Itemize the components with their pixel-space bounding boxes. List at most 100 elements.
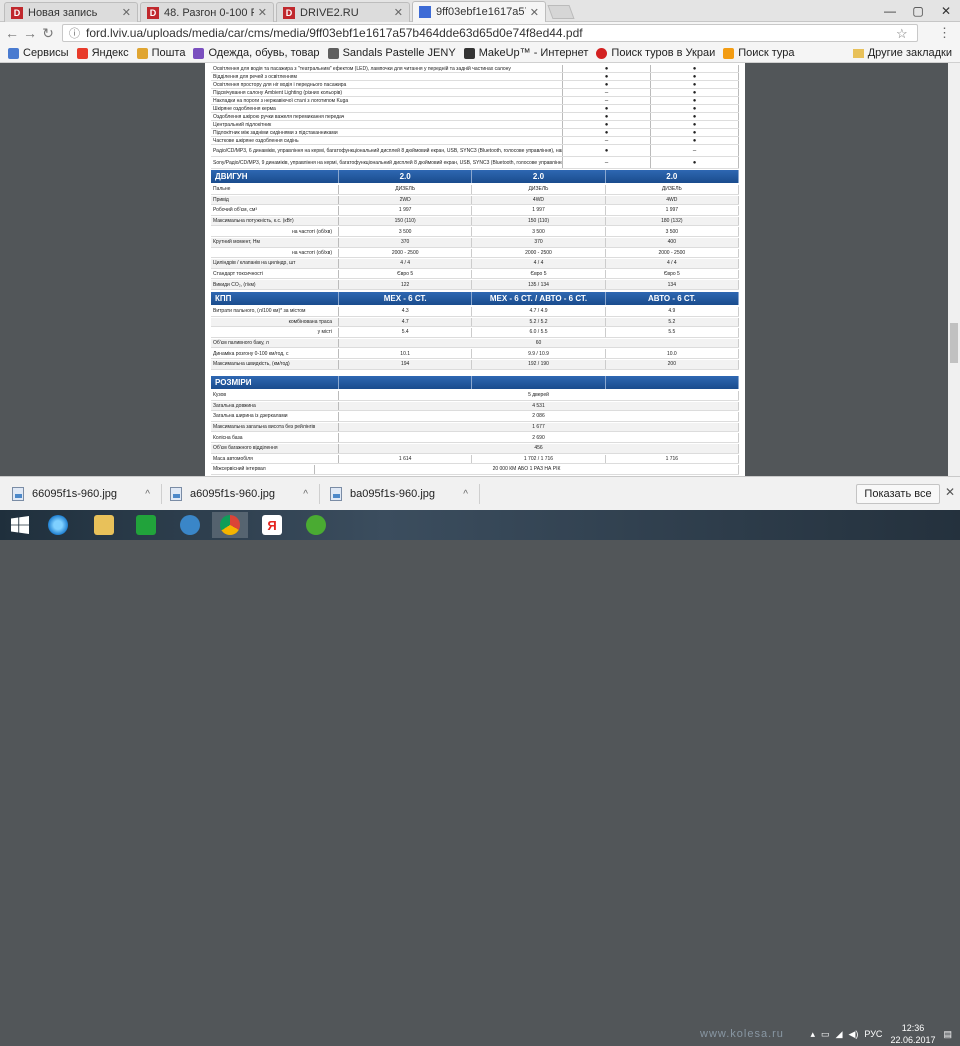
spec-value: 9.9 / 10.9 — [472, 349, 606, 358]
explorer-taskbar-button[interactable] — [86, 512, 122, 538]
image-file-icon — [330, 487, 342, 501]
notifications-icon[interactable]: ▤ — [943, 1029, 952, 1040]
feature-label: Підсвічування салону Ambient Lighting (р… — [211, 89, 563, 96]
media-taskbar-button[interactable] — [172, 512, 208, 538]
start-button[interactable] — [2, 512, 38, 538]
spec-row: Загальна довжина 4 531 — [211, 401, 739, 412]
yandex-taskbar-button[interactable]: Я — [254, 512, 290, 538]
spec-label: Максимальна загальна висота без рейлінгі… — [211, 422, 339, 432]
spec-value: 1 702 / 1 716 — [472, 454, 606, 464]
column-header: АВТО - 6 СТ. — [606, 292, 739, 305]
feature-mark: – — [563, 97, 651, 104]
download-item[interactable]: a6095f1s-960.jpg ^ — [170, 484, 320, 504]
other-bookmarks[interactable]: Другие закладки — [852, 47, 952, 59]
divider — [479, 484, 480, 504]
network-icon[interactable]: ◢ — [836, 1029, 843, 1040]
download-item[interactable]: ba095f1s-960.jpg ^ — [330, 484, 480, 504]
bookmark-tours[interactable]: Поиск туров в Украи — [596, 47, 715, 59]
tab-close-icon[interactable]: ✕ — [394, 6, 403, 19]
language-indicator[interactable]: РУС — [864, 1029, 882, 1039]
tab-title: DRIVE2.RU — [300, 6, 359, 19]
chrome-icon — [220, 515, 240, 535]
bookmark-clothes[interactable]: Одежда, обувь, товар — [193, 47, 320, 59]
feature-mark: ● — [651, 137, 739, 144]
browser-menu-icon[interactable]: ⋮ — [938, 25, 951, 41]
download-options-icon[interactable]: ^ — [145, 489, 150, 500]
internet-explorer-icon — [48, 515, 68, 535]
utorrent-taskbar-button[interactable] — [298, 512, 334, 538]
close-shelf-icon[interactable]: ✕ — [945, 485, 955, 499]
ie-taskbar-button[interactable] — [40, 512, 76, 538]
store-taskbar-button[interactable] — [128, 512, 164, 538]
download-item[interactable]: 66095f1s-960.jpg ^ — [12, 484, 162, 504]
maximize-button[interactable]: ▢ — [904, 0, 932, 22]
tab-close-icon[interactable]: ✕ — [258, 6, 267, 19]
spec-value: 2000 - 2500 — [606, 248, 739, 258]
tab-new-post[interactable]: D Новая запись ✕ — [4, 2, 138, 22]
download-options-icon[interactable]: ^ — [303, 489, 308, 500]
page-info-icon[interactable]: ⓘ — [69, 25, 80, 41]
spec-label: Викиди CO₂, (г/км) — [211, 280, 339, 289]
spec-value: 194 — [339, 360, 473, 369]
close-window-button[interactable]: ✕ — [932, 0, 960, 22]
clock[interactable]: 12:36 22.06.2017 — [890, 1022, 935, 1046]
tab-drive2[interactable]: D DRIVE2.RU ✕ — [276, 2, 410, 22]
spec-value: ДИЗЕЛЬ — [472, 185, 606, 194]
tab-close-icon[interactable]: ✕ — [530, 6, 539, 19]
spec-label: Робочий об'єм, см³ — [211, 206, 339, 215]
minimize-button[interactable]: — — [876, 0, 904, 22]
spec-value: 6.0 / 5.5 — [472, 328, 606, 337]
spec-row: Маса автомобіля 1 614 1 702 / 1 716 1 716 — [211, 454, 739, 465]
bookmark-label: Поиск тура — [738, 47, 795, 59]
bookmark-label: Одежда, обувь, товар — [208, 47, 320, 59]
bookmark-tour-search[interactable]: Поиск тура — [723, 47, 795, 59]
spec-value: 1 997 — [339, 206, 473, 215]
bookmark-sandals[interactable]: Sandals Pastelle JENY — [327, 47, 456, 59]
spec-row: на частоті (об/хв) 2000 - 2500 2000 - 2500… — [211, 248, 739, 259]
column-header: 2.0 — [606, 170, 739, 183]
spec-value: 122 — [339, 280, 473, 289]
address-bar[interactable]: ⓘ ford.lviv.ua/uploads/media/car/cms/med… — [62, 24, 918, 42]
bookmark-mail[interactable]: Пошта — [136, 47, 185, 59]
spec-value: 456 — [339, 444, 739, 453]
spec-value: 4 / 4 — [472, 259, 606, 268]
column-header: 2.0 — [339, 170, 473, 183]
bookmark-star-icon[interactable]: ☆ — [896, 26, 908, 42]
bookmark-makeup[interactable]: MakeUp™ - Интернет — [463, 47, 588, 59]
reload-button[interactable]: ↻ — [39, 25, 57, 42]
feature-row: Відділення для речей з освітленням ● ● — [211, 73, 739, 81]
feature-label: Накладки на пороги з нержавіючої сталі з… — [211, 97, 563, 104]
show-all-downloads-button[interactable]: Показать все — [856, 484, 940, 504]
feature-mark: ● — [651, 121, 739, 128]
tab-close-icon[interactable]: ✕ — [122, 6, 131, 19]
feature-row: Центральний підлокітник ● ● — [211, 121, 739, 129]
battery-icon[interactable]: ▭ — [821, 1029, 830, 1040]
chrome-taskbar-button[interactable] — [212, 512, 248, 538]
spec-value: 10.0 — [606, 349, 739, 358]
spec-row: Об'єм паливного баку, л 60 — [211, 338, 739, 349]
spec-row: Крутний момент, Нм 370 370 400 — [211, 238, 739, 248]
bookmark-yandex[interactable]: Яндекс — [76, 47, 129, 59]
spec-label: Витрати пального, (л/100 км)* за містом — [211, 307, 339, 316]
spec-row: Привід 2WD 4WD 4WD — [211, 195, 739, 206]
volume-icon[interactable]: ◀) — [848, 1029, 858, 1040]
back-button[interactable]: ← — [3, 25, 21, 41]
vertical-scrollbar[interactable] — [948, 63, 960, 476]
forward-button[interactable]: → — [21, 25, 39, 41]
pdf-viewer[interactable]: Освітлення для водія та пасажира з "теат… — [0, 63, 948, 476]
tab-pdf[interactable]: 9ff03ebf1e1617a57b464 ✕ — [412, 1, 546, 22]
scroll-thumb[interactable] — [950, 323, 958, 363]
spec-row: Циліндрів / клапанів на циліндр, шт 4 / 4… — [211, 259, 739, 269]
store-icon — [136, 515, 156, 535]
feature-label: Sony/Радіо/CD/MP3, 9 динаміків, управлін… — [211, 157, 563, 168]
spec-value: 1 997 — [606, 206, 739, 215]
tab-pure-tech[interactable]: D 48. Разгон 0-100 PureTe ✕ — [140, 2, 274, 22]
bookmark-services[interactable]: Сервисы — [8, 47, 69, 59]
new-tab-button[interactable] — [547, 5, 575, 19]
feature-row: Оздоблення шкірою ручки важеля перемикан… — [211, 113, 739, 121]
feature-row: Освітлення для водія та пасажира з "теат… — [211, 65, 739, 73]
tray-chevron-icon[interactable]: ▴ — [811, 1029, 816, 1040]
spec-value: 4WD — [472, 195, 606, 205]
folder-icon — [852, 48, 864, 58]
download-options-icon[interactable]: ^ — [463, 489, 468, 500]
